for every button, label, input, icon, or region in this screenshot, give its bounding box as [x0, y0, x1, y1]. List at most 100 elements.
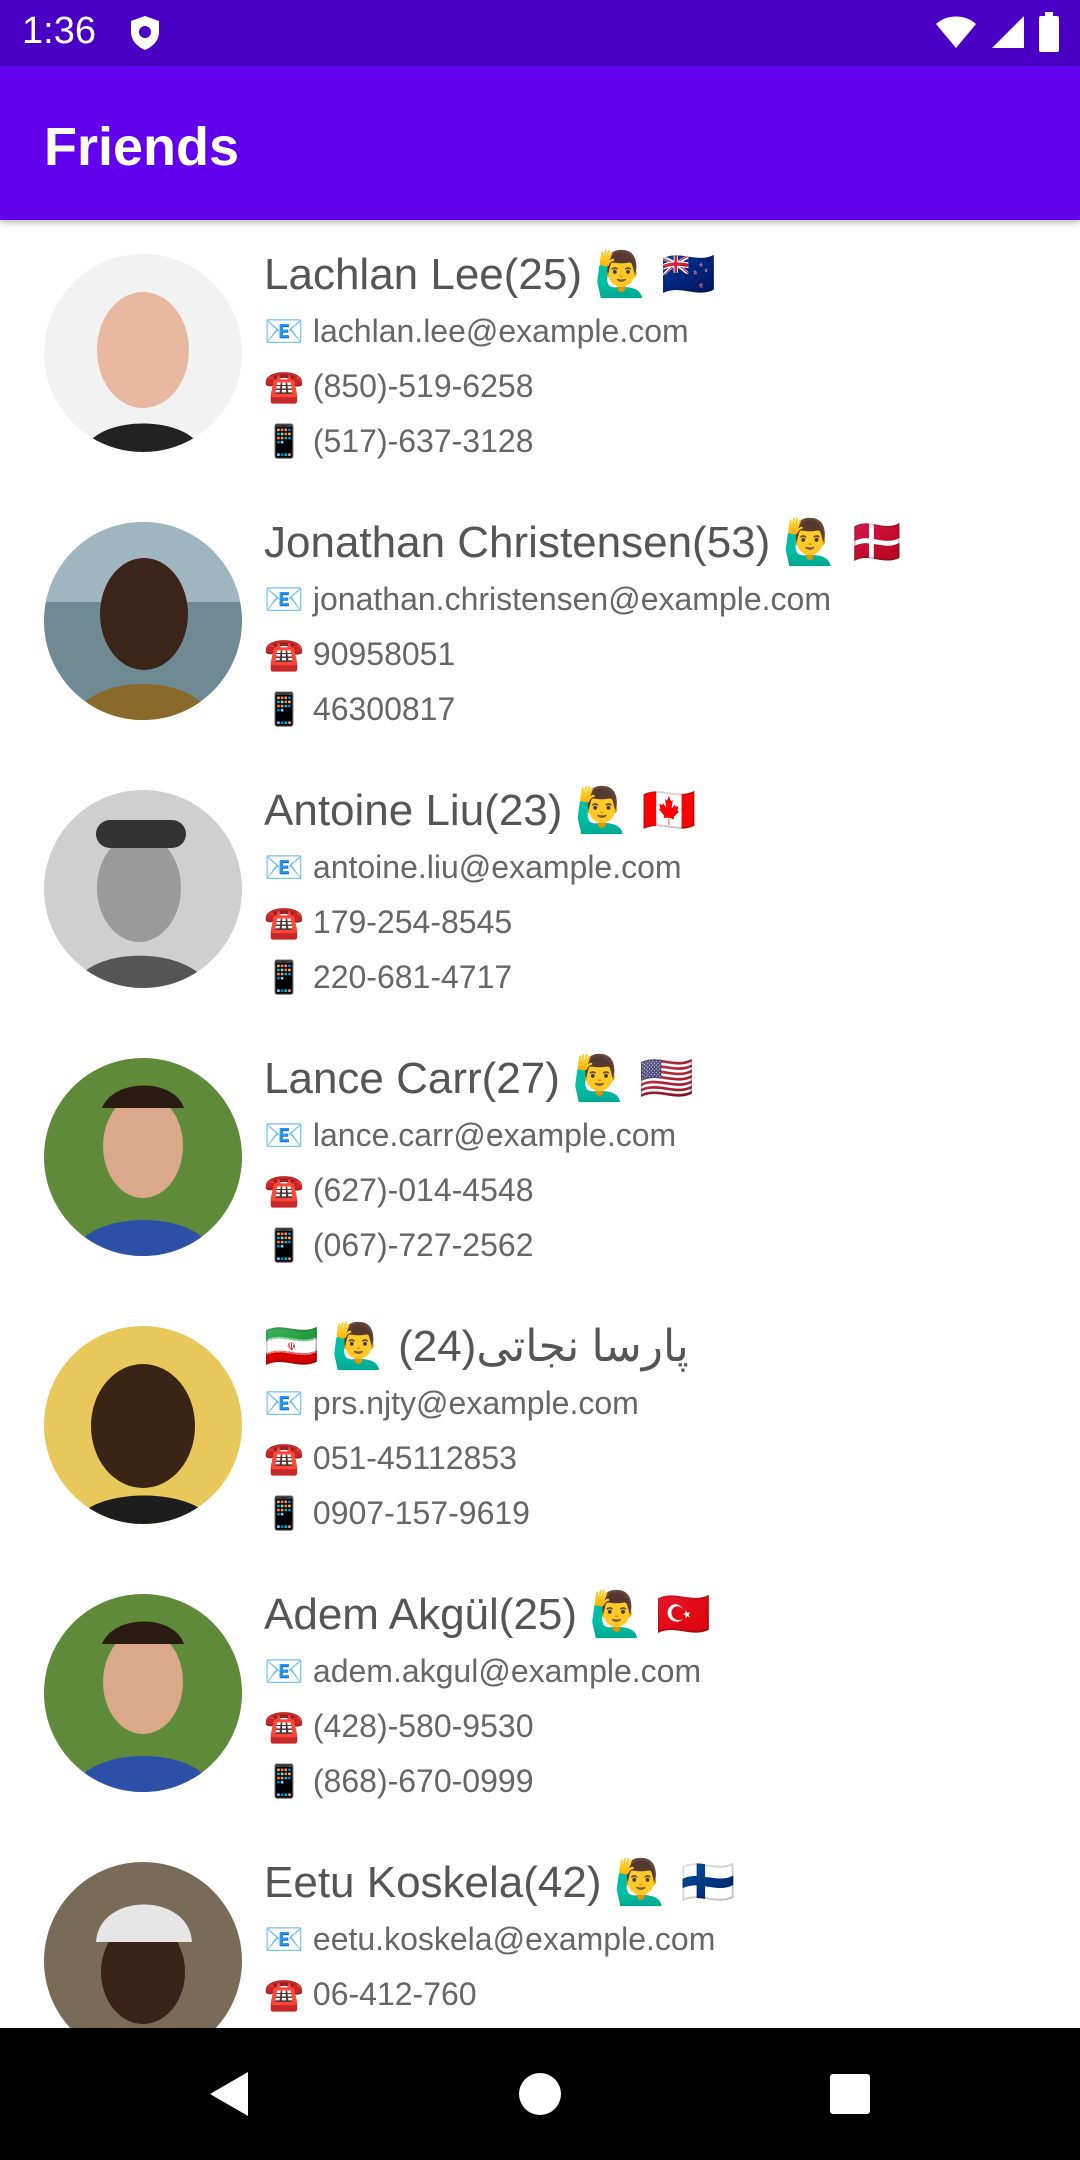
friend-email: prs.njty@example.com [312, 1385, 639, 1421]
app-bar: Friends [0, 66, 1080, 220]
person-raising-hand-icon: 🙋‍♂️ [589, 1590, 645, 1639]
friend-email: lance.carr@example.com [312, 1117, 677, 1153]
friend-name-line: Lachlan Lee(25) 🙋‍♂️ 🇳🇿 [264, 246, 1040, 304]
avatar [44, 254, 242, 452]
friend-cell: (868)-670-0999 [312, 1763, 534, 1799]
flag-icon: 🇩🇰 [849, 518, 905, 567]
cell-line: 📱 46300817 [264, 682, 1040, 737]
friend-name-line: Eetu Koskela(42) 🙋‍♂️ 🇫🇮 [264, 1854, 1040, 1912]
email-icon: 📧 [264, 581, 304, 617]
home-icon[interactable] [510, 2064, 570, 2129]
phone-icon: ☎️ [264, 1708, 304, 1744]
flag-icon: 🇺🇸 [639, 1054, 694, 1103]
person-raising-hand-icon: 🙋‍♂️ [594, 250, 650, 299]
friend-row[interactable]: Eetu Koskela(42) 🙋‍♂️ 🇫🇮 📧 eetu.koskela@… [0, 1828, 1080, 2028]
email-line: 📧 lachlan.lee@example.com [264, 304, 1040, 359]
email-line: 📧 lance.carr@example.com [264, 1108, 1040, 1163]
mobile-phone-icon: 📱 [264, 959, 304, 995]
flag-icon: 🇫🇮 [680, 1858, 736, 1907]
friend-row[interactable]: Antoine Liu(23) 🙋‍♂️ 🇨🇦 📧 antoine.liu@ex… [0, 756, 1080, 1024]
phone-icon: ☎️ [264, 368, 304, 404]
flag-icon: 🇳🇿 [661, 250, 717, 299]
friend-cell: 46300817 [312, 691, 456, 727]
friend-cell: 0907-157-9619 [312, 1495, 530, 1531]
wifi-icon [934, 14, 978, 55]
phone-line: ☎️ 179-254-8545 [264, 895, 1040, 950]
friend-name-line: Lance Carr(27) 🙋‍♂️ 🇺🇸 [264, 1050, 1040, 1108]
friend-email: jonathan.christensen@example.com [312, 581, 831, 617]
friend-name: Lachlan Lee(25) [264, 250, 583, 299]
friend-name: Antoine Liu(23) [264, 786, 563, 835]
cell-line: 📱 0907-157-9619 [264, 1486, 1040, 1541]
friend-phone: 90958051 [312, 636, 456, 672]
friend-name: پارسا نجاتی(24) [398, 1322, 689, 1371]
friends-list[interactable]: Lachlan Lee(25) 🙋‍♂️ 🇳🇿 📧 lachlan.lee@ex… [0, 220, 1080, 2028]
flag-icon: 🇨🇦 [641, 786, 697, 835]
person-raising-hand-icon: 🙋‍♂️ [572, 1054, 627, 1103]
recents-icon[interactable] [820, 2064, 880, 2129]
friend-cell: 220-681-4717 [312, 959, 513, 995]
phone-line: ☎️ (428)-580-9530 [264, 1699, 1040, 1754]
page-title: Friends [44, 117, 240, 177]
status-bar: 1:36 [0, 0, 1080, 66]
friend-row[interactable]: Jonathan Christensen(53) 🙋‍♂️ 🇩🇰 📧 jonat… [0, 488, 1080, 756]
phone-line: ☎️ (627)-014-4548 [264, 1163, 1040, 1218]
friend-name: Jonathan Christensen(53) [264, 518, 771, 567]
flag-icon: 🇮🇷 [264, 1322, 319, 1371]
flag-icon: 🇹🇷 [656, 1590, 712, 1639]
mobile-phone-icon: 📱 [264, 1763, 304, 1799]
phone-icon: ☎️ [264, 1172, 304, 1208]
friend-phone: 051-45112853 [312, 1440, 517, 1476]
friend-name: Lance Carr(27) [264, 1054, 560, 1103]
email-line: 📧 jonathan.christensen@example.com [264, 572, 1040, 627]
cell-line: 📱 (517)-637-3128 [264, 414, 1040, 469]
avatar [44, 1058, 242, 1256]
friend-phone: (850)-519-6258 [312, 368, 534, 404]
email-line: 📧 adem.akgul@example.com [264, 1644, 1040, 1699]
friend-name-line: پارسا نجاتی(24) 🙋‍♂️ 🇮🇷 [264, 1318, 1040, 1376]
phone-line: ☎️ 90958051 [264, 627, 1040, 682]
avatar [44, 1594, 242, 1792]
mobile-phone-icon: 📱 [264, 423, 304, 459]
email-icon: 📧 [264, 1117, 304, 1153]
phone-icon: ☎️ [264, 636, 304, 672]
friend-email: antoine.liu@example.com [312, 849, 682, 885]
mobile-phone-icon: 📱 [264, 1495, 304, 1531]
status-time: 1:36 [22, 10, 96, 52]
person-raising-hand-icon: 🙋‍♂️ [613, 1858, 669, 1907]
person-raising-hand-icon: 🙋‍♂️ [574, 786, 630, 835]
friend-name: Eetu Koskela(42) [264, 1858, 602, 1907]
friend-name-line: Adem Akgül(25) 🙋‍♂️ 🇹🇷 [264, 1586, 1040, 1644]
phone-line: ☎️ 06-412-760 [264, 1967, 1040, 2022]
friend-cell: (517)-637-3128 [312, 423, 534, 459]
avatar [44, 1326, 242, 1524]
email-icon: 📧 [264, 1921, 304, 1957]
friend-phone: (428)-580-9530 [312, 1708, 534, 1744]
friend-email: eetu.koskela@example.com [312, 1921, 716, 1957]
person-raising-hand-icon: 🙋‍♂️ [782, 518, 838, 567]
friend-phone: (627)-014-4548 [312, 1172, 534, 1208]
friend-row[interactable]: پارسا نجاتی(24) 🙋‍♂️ 🇮🇷 📧 prs.njty@examp… [0, 1292, 1080, 1560]
avatar [44, 790, 242, 988]
mobile-phone-icon: 📱 [264, 691, 304, 727]
email-icon: 📧 [264, 313, 304, 349]
friend-row[interactable]: Lance Carr(27) 🙋‍♂️ 🇺🇸 📧 lance.carr@exam… [0, 1024, 1080, 1292]
friend-phone: 06-412-760 [312, 1976, 477, 2012]
battery-icon [1038, 12, 1060, 57]
email-line: 📧 antoine.liu@example.com [264, 840, 1040, 895]
cell-line: 📱 (868)-670-0999 [264, 1754, 1040, 1809]
friend-email: lachlan.lee@example.com [312, 313, 689, 349]
mobile-phone-icon: 📱 [264, 1227, 304, 1263]
back-icon[interactable] [200, 2064, 260, 2129]
phone-icon: ☎️ [264, 904, 304, 940]
cell-line: 📱 220-681-4717 [264, 950, 1040, 1005]
friend-row[interactable]: Lachlan Lee(25) 🙋‍♂️ 🇳🇿 📧 lachlan.lee@ex… [0, 220, 1080, 488]
email-icon: 📧 [264, 1653, 304, 1689]
friend-name: Adem Akgül(25) [264, 1590, 578, 1639]
phone-icon: ☎️ [264, 1976, 304, 2012]
email-line: 📧 prs.njty@example.com [264, 1376, 1040, 1431]
signal-icon [990, 14, 1026, 55]
person-raising-hand-icon: 🙋‍♂️ [331, 1322, 386, 1371]
friend-row[interactable]: Adem Akgül(25) 🙋‍♂️ 🇹🇷 📧 adem.akgul@exam… [0, 1560, 1080, 1828]
phone-line: ☎️ (850)-519-6258 [264, 359, 1040, 414]
